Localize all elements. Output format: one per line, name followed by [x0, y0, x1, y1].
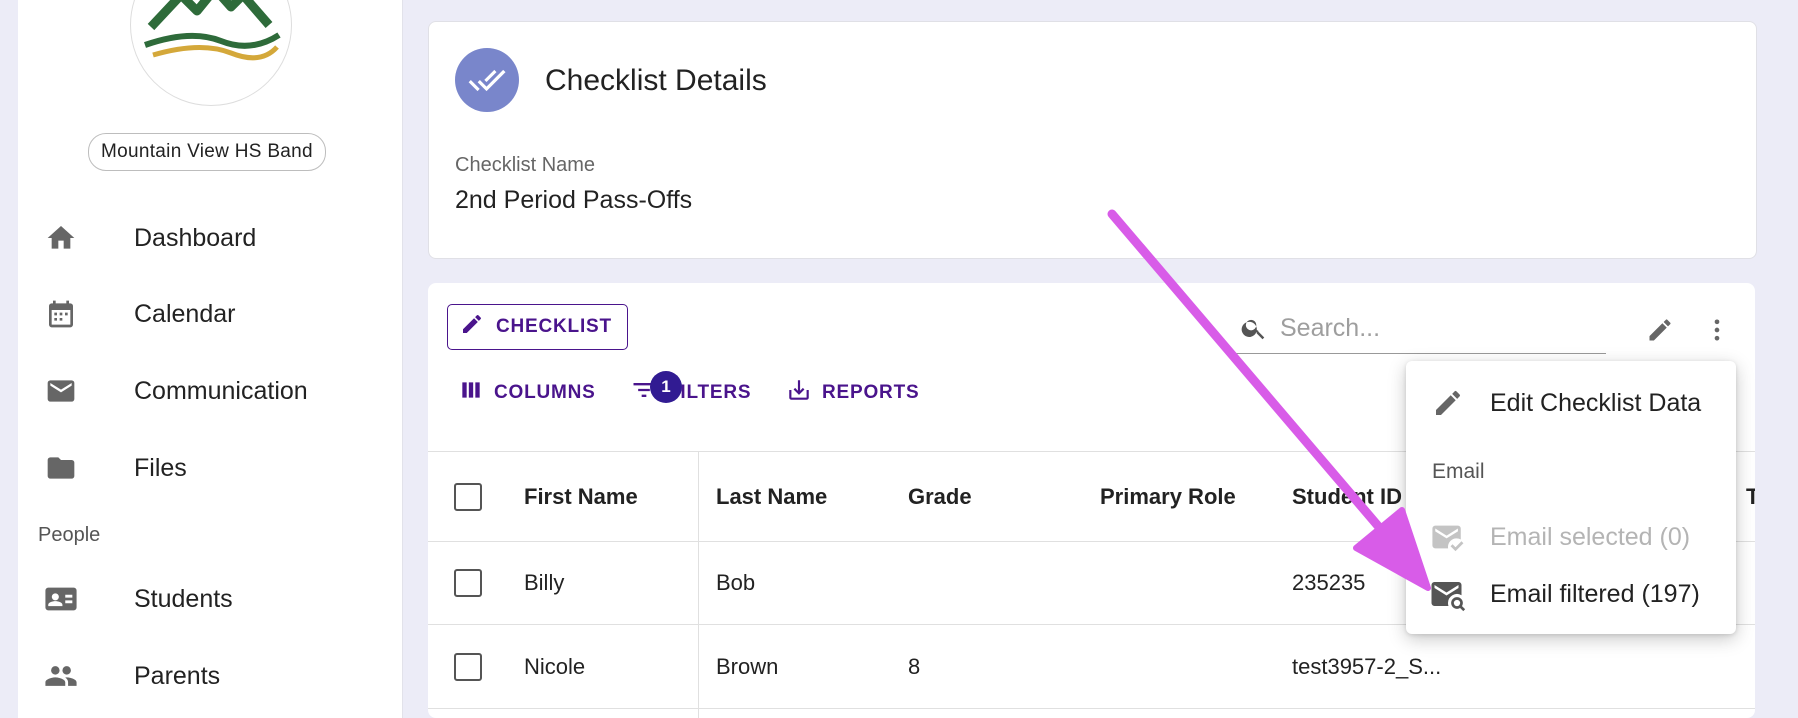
sidebar: Mountain View HS Band Dashboard Calendar…: [18, 0, 403, 718]
cell-last-name: Bob: [716, 569, 756, 595]
edit-checklist-button[interactable]: CHECKLIST: [447, 304, 628, 350]
more-vert-icon[interactable]: [1700, 313, 1734, 347]
calendar-icon: [44, 297, 78, 331]
edit-checklist-label: CHECKLIST: [496, 316, 612, 337]
sidebar-item-students[interactable]: Students: [18, 567, 402, 631]
reports-button[interactable]: REPORTS: [786, 373, 919, 413]
email-section-label: Email: [1432, 460, 1485, 483]
menu-item-label: Email filtered (197): [1490, 579, 1700, 608]
column-header-truncated[interactable]: T: [1746, 452, 1755, 541]
mark-email-read-icon: [1430, 519, 1466, 555]
cell-first-name: Billy: [524, 569, 565, 595]
page-title: Checklist Details: [545, 64, 767, 97]
sidebar-item-label: Students: [134, 584, 233, 613]
home-icon: [44, 221, 78, 255]
column-header-first-name[interactable]: First Name: [524, 452, 638, 541]
cell-student-id: test3957-2_S...: [1292, 653, 1442, 679]
columns-button[interactable]: COLUMNS: [458, 373, 596, 413]
row-checkbox[interactable]: [454, 568, 482, 597]
menu-item-email-selected[interactable]: Email selected (0): [1406, 509, 1736, 565]
menu-item-label: Email selected (0): [1490, 522, 1691, 551]
select-all-checkbox[interactable]: [454, 482, 482, 511]
sidebar-item-label: Communication: [134, 376, 308, 405]
pencil-icon: [460, 312, 484, 342]
checklist-name-value: 2nd Period Pass-Offs: [455, 186, 693, 214]
reports-label: REPORTS: [822, 382, 920, 403]
search-icon: [1234, 314, 1274, 342]
download-icon: [786, 377, 812, 409]
cell-grade: 8: [908, 653, 921, 679]
search-input[interactable]: [1278, 312, 1602, 344]
sidebar-item-label: Dashboard: [134, 223, 257, 252]
mail-icon: [44, 374, 78, 408]
sidebar-item-parents[interactable]: Parents: [18, 644, 402, 708]
filters-button[interactable]: FILTERS: [630, 373, 751, 413]
cell-last-name: Brown: [716, 653, 779, 679]
sidebar-item-label: Parents: [134, 661, 221, 690]
column-header-student-id[interactable]: Student ID: [1292, 452, 1402, 541]
id-card-icon: [44, 582, 78, 616]
column-header-last-name[interactable]: Last Name: [716, 452, 827, 541]
people-icon: [44, 659, 78, 693]
columns-icon: [458, 377, 484, 409]
more-actions-menu: Edit Checklist Data Email Email selected…: [1406, 361, 1736, 634]
menu-item-edit-checklist-data[interactable]: Edit Checklist Data: [1406, 375, 1736, 431]
double-check-icon: [455, 48, 519, 112]
filter-count-badge: 1: [650, 371, 682, 403]
sidebar-item-label: Calendar: [134, 299, 236, 328]
menu-item-email-filtered[interactable]: Email filtered (197): [1406, 566, 1736, 622]
menu-item-label: Edit Checklist Data: [1490, 388, 1702, 417]
column-header-grade[interactable]: Grade: [908, 452, 972, 541]
sidebar-item-files[interactable]: Files: [18, 436, 402, 500]
columns-label: COLUMNS: [494, 382, 596, 403]
folder-icon: [44, 451, 78, 485]
mail-search-icon: [1430, 576, 1466, 612]
sidebar-item-label: Files: [134, 453, 187, 482]
table-row[interactable]: Nicole Brown 8 test3957-2_S...: [428, 625, 1755, 709]
sidebar-item-dashboard[interactable]: Dashboard: [18, 206, 402, 270]
people-section-label: People: [38, 524, 101, 546]
row-checkbox[interactable]: [454, 652, 482, 681]
cell-first-name: Nicole: [524, 653, 586, 679]
pencil-icon: [1430, 385, 1466, 421]
search-field[interactable]: [1234, 303, 1606, 354]
org-logo: [130, 0, 292, 106]
edit-icon[interactable]: [1643, 313, 1677, 347]
checklist-name-label: Checklist Name: [455, 154, 596, 176]
sidebar-item-calendar[interactable]: Calendar: [18, 282, 402, 346]
sidebar-item-communication[interactable]: Communication: [18, 359, 402, 423]
checklist-details-card: Checklist Details Checklist Name 2nd Per…: [428, 21, 1757, 259]
org-name-chip[interactable]: Mountain View HS Band: [88, 133, 326, 171]
column-header-primary-role[interactable]: Primary Role: [1100, 452, 1236, 541]
cell-student-id: 235235: [1292, 569, 1366, 595]
